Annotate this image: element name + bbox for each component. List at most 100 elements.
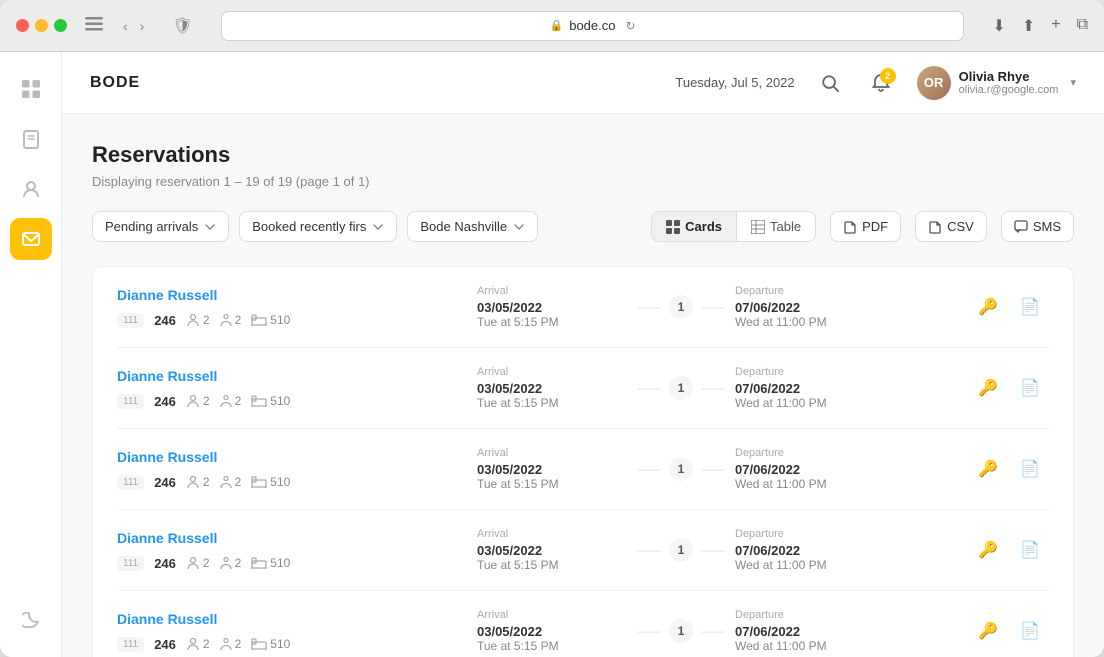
table-row: Dianne Russell 111 246 2 2 xyxy=(117,348,1049,429)
nights-badge: 1 xyxy=(669,376,693,400)
lock-icon: 🔒 xyxy=(550,19,564,32)
arrival-time: Tue at 5:15 PM xyxy=(477,315,627,329)
user-email: olivia.r@google.com xyxy=(959,84,1059,96)
departure-date: 07/06/2022 xyxy=(735,462,885,477)
document-icon[interactable]: 📄 xyxy=(1015,292,1045,322)
share-icon[interactable]: ⬆ xyxy=(1022,16,1035,36)
arrival-date: 03/05/2022 xyxy=(477,300,627,315)
room-prefix: 111 xyxy=(117,556,144,571)
sort-filter[interactable]: Booked recently firs xyxy=(239,211,397,242)
nights-connector: —— 1 —— xyxy=(627,619,735,643)
row-left: Dianne Russell 111 246 2 2 xyxy=(117,287,477,328)
tabs-icon[interactable]: ⧉ xyxy=(1077,16,1088,36)
row-actions: 🔑 📄 xyxy=(973,454,1049,484)
row-dates: Arrival 03/05/2022 Tue at 5:15 PM —— 1 —… xyxy=(477,285,973,329)
bed-number: 510 xyxy=(251,556,290,570)
table-row: Dianne Russell 111 246 2 2 xyxy=(117,429,1049,510)
notification-bell[interactable]: 2 xyxy=(865,67,897,99)
sidebar-item-moon[interactable] xyxy=(10,599,52,641)
header-date: Tuesday, Jul 5, 2022 xyxy=(675,75,794,90)
key-icon[interactable]: 🔑 xyxy=(973,454,1003,484)
nights-connector: —— 1 —— xyxy=(627,376,735,400)
child-count: 2 xyxy=(220,556,242,570)
table-view-button[interactable]: Table xyxy=(736,212,815,241)
departure-date: 07/06/2022 xyxy=(735,300,885,315)
csv-button[interactable]: CSV xyxy=(915,211,987,242)
row-left: Dianne Russell 111 246 2 2 xyxy=(117,530,477,571)
url-bar[interactable]: 🔒 bode.co ↻ xyxy=(221,11,965,41)
bed-number: 510 xyxy=(251,637,290,651)
arrival-block: Arrival 03/05/2022 Tue at 5:15 PM xyxy=(477,366,627,410)
sidebar-toggle-icon[interactable] xyxy=(85,17,103,35)
sidebar-item-mail[interactable] xyxy=(10,218,52,260)
sidebar-item-dashboard[interactable] xyxy=(10,68,52,110)
arrival-block: Arrival 03/05/2022 Tue at 5:15 PM xyxy=(477,285,627,329)
key-icon[interactable]: 🔑 xyxy=(973,292,1003,322)
departure-block: Departure 07/06/2022 Wed at 11:00 PM xyxy=(735,609,885,653)
departure-label: Departure xyxy=(735,285,885,297)
guest-name[interactable]: Dianne Russell xyxy=(117,611,477,627)
main-content: BODE Tuesday, Jul 5, 2022 xyxy=(62,52,1104,657)
page-content: Reservations Displaying reservation 1 – … xyxy=(62,114,1104,657)
user-menu[interactable]: OR Olivia Rhye olivia.r@google.com ▾ xyxy=(917,66,1076,100)
back-arrow[interactable]: ‹ xyxy=(119,16,132,36)
close-button[interactable] xyxy=(16,19,29,32)
child-count: 2 xyxy=(220,637,242,651)
view-toggle: Cards Table xyxy=(651,211,816,242)
download-icon[interactable]: ⬇ xyxy=(992,16,1005,36)
minimize-button[interactable] xyxy=(35,19,48,32)
row-dates: Arrival 03/05/2022 Tue at 5:15 PM —— 1 —… xyxy=(477,447,973,491)
arrival-block: Arrival 03/05/2022 Tue at 5:15 PM xyxy=(477,447,627,491)
key-icon[interactable]: 🔑 xyxy=(973,535,1003,565)
row-left: Dianne Russell 111 246 2 2 xyxy=(117,368,477,409)
key-icon[interactable]: 🔑 xyxy=(973,616,1003,646)
sidebar-item-book[interactable] xyxy=(10,118,52,160)
table-row: Dianne Russell 111 246 2 2 xyxy=(117,267,1049,348)
browser-window: ‹ › 🛡 🔒 bode.co ↻ ⬇ ⬆ + ⧉ xyxy=(0,0,1104,657)
document-icon[interactable]: 📄 xyxy=(1015,616,1045,646)
guest-name[interactable]: Dianne Russell xyxy=(117,287,477,303)
child-count: 2 xyxy=(220,394,242,408)
forward-arrow[interactable]: › xyxy=(136,16,149,36)
cards-view-button[interactable]: Cards xyxy=(652,212,736,241)
pdf-button[interactable]: PDF xyxy=(830,211,901,242)
guest-name[interactable]: Dianne Russell xyxy=(117,530,477,546)
maximize-button[interactable] xyxy=(54,19,67,32)
departure-time: Wed at 11:00 PM xyxy=(735,315,885,329)
adult-count: 2 xyxy=(186,313,210,327)
sms-button[interactable]: SMS xyxy=(1001,211,1074,242)
arrival-block: Arrival 03/05/2022 Tue at 5:15 PM xyxy=(477,528,627,572)
search-icon[interactable] xyxy=(815,68,845,98)
pending-arrivals-filter[interactable]: Pending arrivals xyxy=(92,211,229,242)
user-name: Olivia Rhye xyxy=(959,69,1059,84)
room-number: 246 xyxy=(154,556,176,571)
document-icon[interactable]: 📄 xyxy=(1015,454,1045,484)
room-info: 111 246 2 2 xyxy=(117,313,477,328)
avatar: OR xyxy=(917,66,951,100)
departure-time: Wed at 11:00 PM xyxy=(735,639,885,653)
document-icon[interactable]: 📄 xyxy=(1015,373,1045,403)
child-count: 2 xyxy=(220,313,242,327)
adult-count: 2 xyxy=(186,556,210,570)
departure-label: Departure xyxy=(735,528,885,540)
row-dates: Arrival 03/05/2022 Tue at 5:15 PM —— 1 —… xyxy=(477,609,973,653)
room-info: 111 246 2 2 xyxy=(117,475,477,490)
sidebar-item-person[interactable] xyxy=(10,168,52,210)
room-prefix: 111 xyxy=(117,394,144,409)
row-dates: Arrival 03/05/2022 Tue at 5:15 PM —— 1 —… xyxy=(477,366,973,410)
guest-name[interactable]: Dianne Russell xyxy=(117,368,477,384)
room-prefix: 111 xyxy=(117,637,144,652)
departure-date: 07/06/2022 xyxy=(735,624,885,639)
guest-name[interactable]: Dianne Russell xyxy=(117,449,477,465)
key-icon[interactable]: 🔑 xyxy=(973,373,1003,403)
app-logo: BODE xyxy=(90,74,675,92)
new-tab-icon[interactable]: + xyxy=(1051,16,1060,36)
notification-badge: 2 xyxy=(880,68,896,84)
departure-date: 07/06/2022 xyxy=(735,543,885,558)
reservations-list: Dianne Russell 111 246 2 2 xyxy=(92,266,1074,657)
reload-icon[interactable]: ↻ xyxy=(625,19,635,33)
room-prefix: 111 xyxy=(117,313,144,328)
location-filter[interactable]: Bode Nashville xyxy=(407,211,538,242)
document-icon[interactable]: 📄 xyxy=(1015,535,1045,565)
row-actions: 🔑 📄 xyxy=(973,373,1049,403)
